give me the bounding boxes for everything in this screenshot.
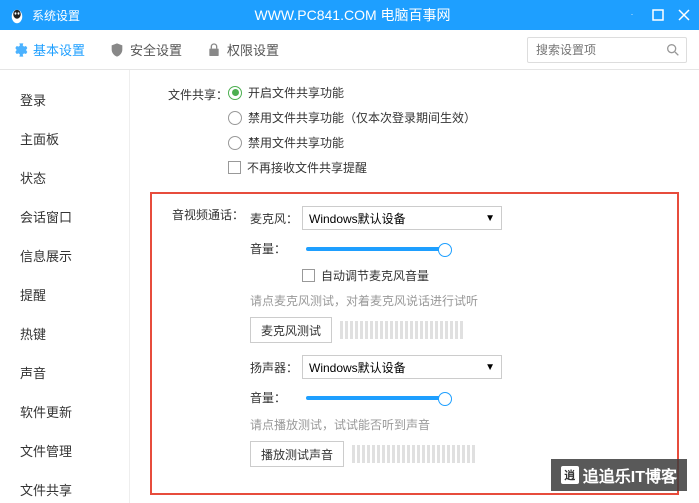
header-url-text: WWW.PC841.COM 电脑百事网 [80, 5, 625, 25]
mic-hint: 请点麦克风测试，对着麦克风说话进行试听 [250, 292, 663, 309]
window-buttons [625, 8, 691, 22]
mic-volume-slider[interactable] [306, 247, 446, 251]
speaker-select[interactable]: Windows默认设备▼ [302, 355, 502, 379]
speaker-hint: 请点播放测试，试试能否听到声音 [250, 416, 663, 433]
main-panel: 文件共享： 开启文件共享功能 禁用文件共享功能（仅本次登录期间生效） 禁用文件共… [130, 70, 699, 503]
checkbox-icon [302, 269, 315, 282]
tab-permission[interactable]: 权限设置 [206, 40, 279, 59]
sidebar-item-login[interactable]: 登录 [0, 80, 129, 119]
sidebar: 登录 主面板 状态 会话窗口 信息展示 提醒 热键 声音 软件更新 文件管理 文… [0, 70, 130, 503]
chevron-down-icon: ▼ [485, 213, 495, 224]
shield-icon [109, 42, 125, 58]
search-wrap [527, 37, 687, 63]
search-icon[interactable] [665, 42, 681, 58]
sidebar-item-mainpanel[interactable]: 主面板 [0, 119, 129, 158]
radio-icon [228, 86, 242, 100]
fileshare-enable[interactable]: 开启文件共享功能 [228, 84, 679, 101]
auto-adjust-mic[interactable]: 自动调节麦克风音量 [302, 267, 663, 284]
speaker-volume-label: 音量： [250, 389, 302, 406]
speaker-level-meter [352, 445, 475, 463]
search-input[interactable] [527, 37, 687, 63]
radio-icon [228, 136, 242, 150]
mic-volume-label: 音量： [250, 240, 302, 257]
radio-icon [228, 111, 242, 125]
gear-icon [12, 42, 28, 58]
checkbox-icon [228, 161, 241, 174]
tab-label: 权限设置 [227, 40, 279, 59]
watermark: 逍 追追乐IT博客 [551, 459, 687, 491]
window-title: 系统设置 [32, 7, 80, 24]
minimize-button[interactable] [625, 8, 639, 22]
speaker-label: 扬声器： [250, 359, 302, 376]
fileshare-disable[interactable]: 禁用文件共享功能 [228, 134, 679, 151]
tab-label: 基本设置 [33, 40, 85, 59]
tabbar: 基本设置 安全设置 权限设置 [0, 30, 699, 70]
watermark-logo-icon: 逍 [561, 466, 579, 484]
speaker-test-button[interactable]: 播放测试声音 [250, 441, 344, 467]
sidebar-item-fileshare[interactable]: 文件共享 [0, 470, 129, 503]
mic-label: 麦克风： [250, 210, 302, 227]
tab-basic[interactable]: 基本设置 [12, 40, 85, 59]
watermark-text: 追追乐IT博客 [583, 463, 677, 487]
chevron-down-icon: ▼ [485, 362, 495, 373]
sidebar-item-remind[interactable]: 提醒 [0, 275, 129, 314]
maximize-button[interactable] [651, 8, 665, 22]
sidebar-item-status[interactable]: 状态 [0, 158, 129, 197]
mic-test-button[interactable]: 麦克风测试 [250, 317, 332, 343]
tab-security[interactable]: 安全设置 [109, 40, 182, 59]
sidebar-item-sound[interactable]: 声音 [0, 353, 129, 392]
sidebar-item-session[interactable]: 会话窗口 [0, 197, 129, 236]
sidebar-item-filemgr[interactable]: 文件管理 [0, 431, 129, 470]
fileshare-label: 文件共享： [150, 84, 228, 103]
close-button[interactable] [677, 8, 691, 22]
fileshare-noremind[interactable]: 不再接收文件共享提醒 [228, 159, 679, 176]
fileshare-disable-session[interactable]: 禁用文件共享功能（仅本次登录期间生效） [228, 109, 679, 126]
sidebar-item-hotkey[interactable]: 热键 [0, 314, 129, 353]
avcall-section-label: 音视频通话： [166, 206, 244, 479]
lock-icon [206, 42, 222, 58]
sidebar-item-update[interactable]: 软件更新 [0, 392, 129, 431]
mic-select[interactable]: Windows默认设备▼ [302, 206, 502, 230]
av-call-highlight-box: 音视频通话： 麦克风： Windows默认设备▼ 音量： 自动调节麦克风音量 请… [150, 192, 679, 495]
speaker-volume-slider[interactable] [306, 396, 446, 400]
titlebar: 系统设置 WWW.PC841.COM 电脑百事网 [0, 0, 699, 30]
tab-label: 安全设置 [130, 40, 182, 59]
app-icon [8, 6, 26, 24]
sidebar-item-info[interactable]: 信息展示 [0, 236, 129, 275]
mic-level-meter [340, 321, 463, 339]
